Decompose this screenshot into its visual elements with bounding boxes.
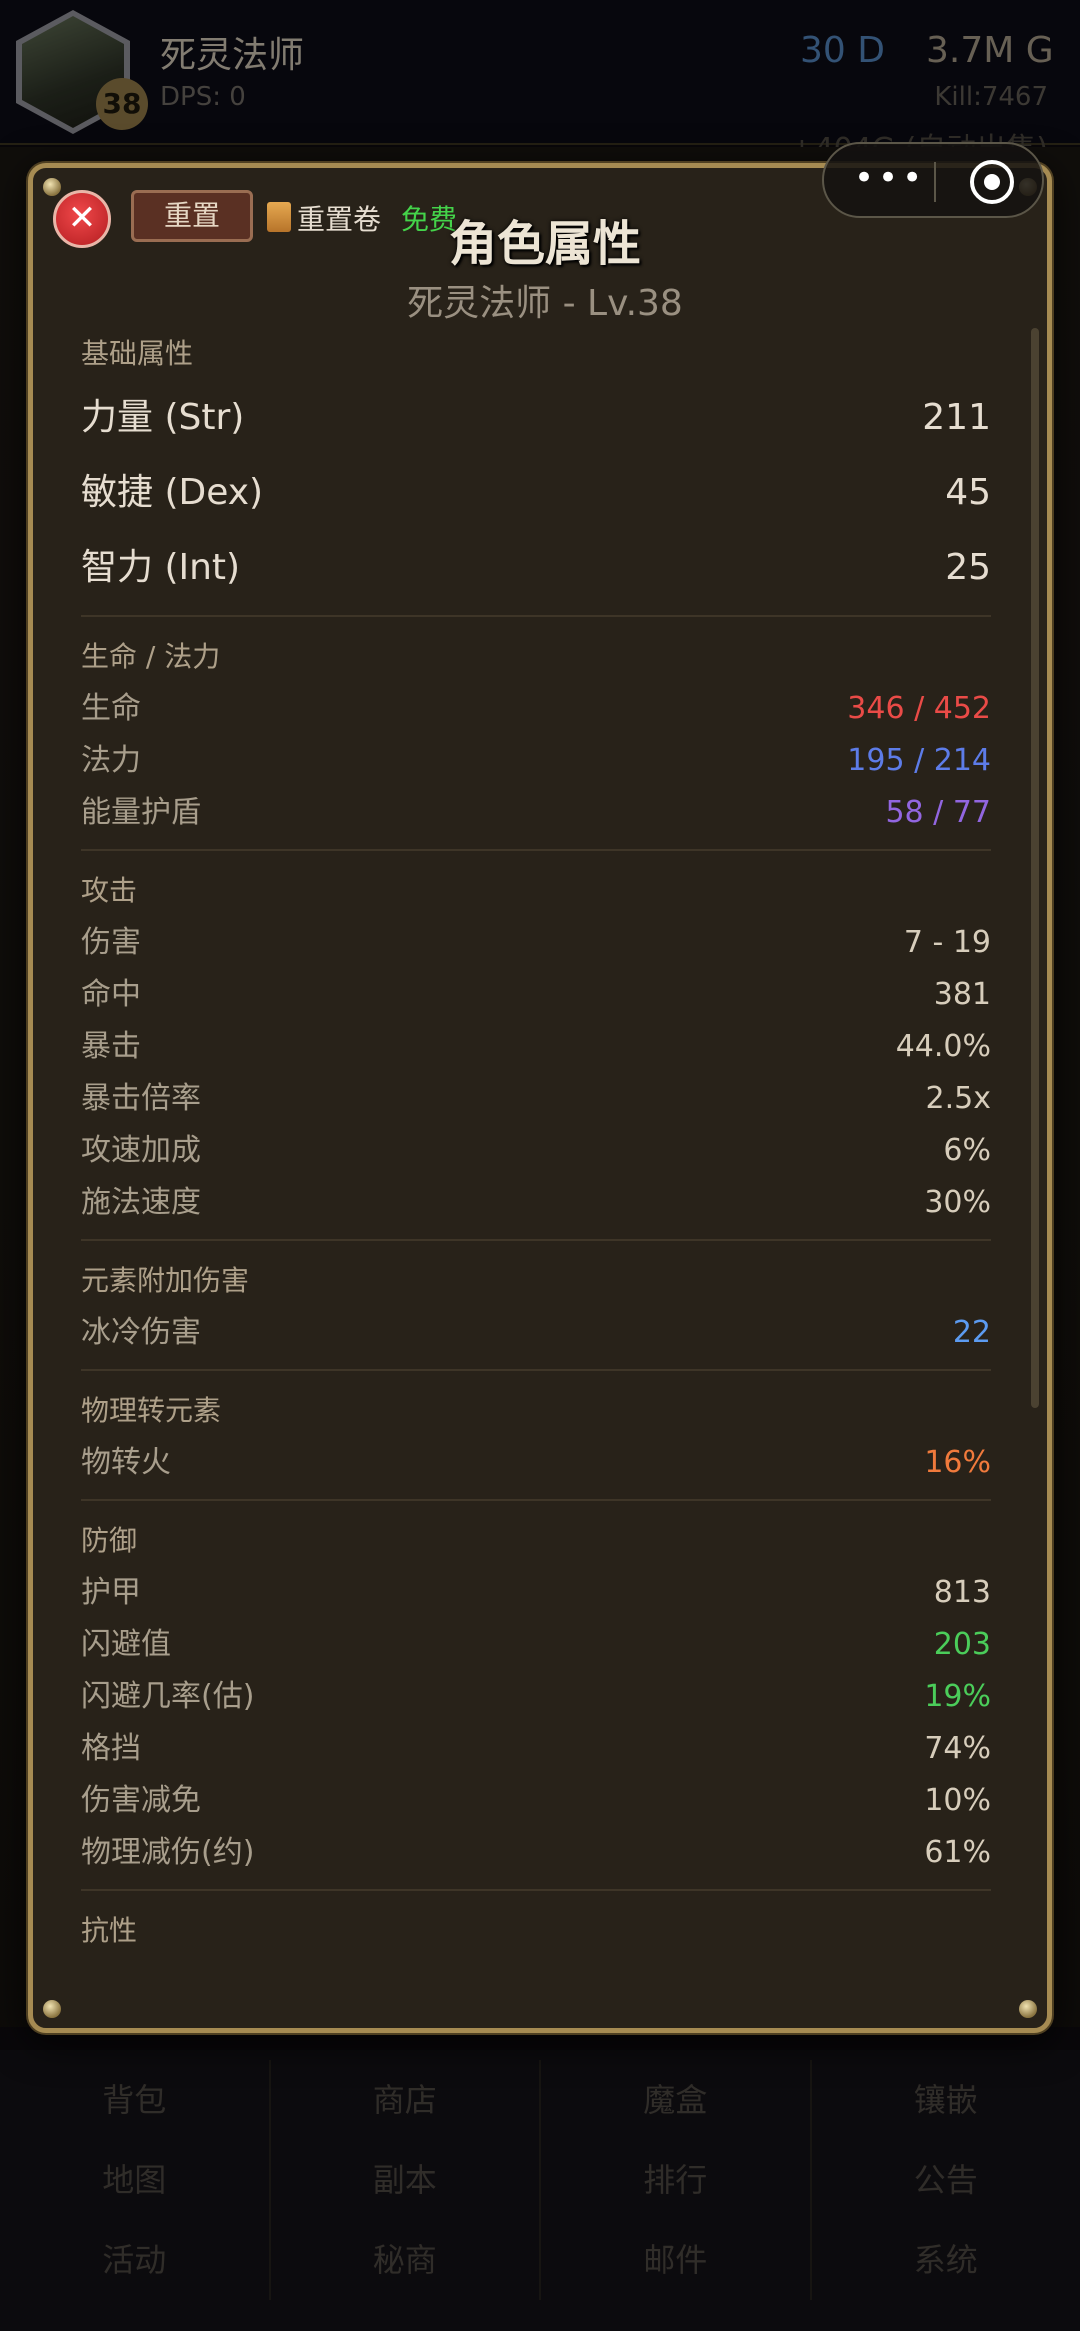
- stat-value: 45: [945, 472, 991, 513]
- stat-label: 暴击倍率: [81, 1081, 201, 1116]
- stat-row-block: 格挡 74%: [81, 1723, 991, 1775]
- stat-value: 22: [952, 1315, 991, 1350]
- section-divider: [81, 1499, 991, 1501]
- stat-row-evasion: 闪避值 203: [81, 1619, 991, 1671]
- stat-label: 力量 (Str): [81, 397, 245, 438]
- stat-value: 30%: [924, 1185, 991, 1220]
- section-title-conversion: 物理转元素: [81, 1394, 222, 1427]
- stat-value: 44.0%: [895, 1029, 991, 1064]
- stat-label: 护甲: [81, 1575, 141, 1610]
- stat-label: 能量护盾: [81, 795, 201, 830]
- stat-row-str: 力量 (Str) 211: [81, 380, 991, 455]
- more-menu-icon[interactable]: •••: [854, 158, 926, 198]
- stat-value: 195 / 214: [847, 743, 991, 778]
- stat-row-mana: 法力 195 / 214: [81, 735, 991, 787]
- section-title-elemental: 元素附加伤害: [81, 1264, 250, 1297]
- stat-row-attack-speed: 攻速加成 6%: [81, 1125, 991, 1177]
- section-divider: [81, 615, 991, 617]
- stat-label: 闪避值: [81, 1627, 171, 1662]
- stat-row-phys-to-fire: 物转火 16%: [81, 1437, 991, 1489]
- section-divider: [81, 1889, 991, 1891]
- stat-label: 法力: [81, 743, 141, 778]
- character-attributes-modal: ✕ 重置 重置卷 免费 角色属性 死灵法师 - Lv.38 基础属性 力量 (S…: [28, 163, 1052, 2033]
- section-title-defense: 防御: [81, 1524, 138, 1557]
- stat-label: 生命: [81, 691, 141, 726]
- section-divider: [81, 849, 991, 851]
- attribute-list: 基础属性 力量 (Str) 211 敏捷 (Dex) 45 智力 (Int) 2…: [81, 328, 991, 1957]
- stat-row-life: 生命 346 / 452: [81, 683, 991, 735]
- stat-row-cast-speed: 施法速度 30%: [81, 1177, 991, 1229]
- stat-value: 7 - 19: [903, 925, 991, 960]
- stat-row-int: 智力 (Int) 25: [81, 530, 991, 605]
- stat-label: 敏捷 (Dex): [81, 472, 264, 513]
- stat-row-evasion-chance: 闪避几率(估) 19%: [81, 1671, 991, 1723]
- section-divider: [81, 1369, 991, 1371]
- modal-subtitle: 死灵法师 - Lv.38: [407, 283, 683, 324]
- stat-label: 冰冷伤害: [81, 1315, 201, 1350]
- stat-value: 813: [933, 1575, 991, 1610]
- stat-row-accuracy: 命中 381: [81, 969, 991, 1021]
- stat-label: 伤害减免: [81, 1783, 201, 1818]
- stat-value: 74%: [924, 1731, 991, 1766]
- section-divider: [81, 1239, 991, 1241]
- stat-value: 61%: [924, 1835, 991, 1870]
- stat-label: 施法速度: [81, 1185, 201, 1220]
- close-program-icon[interactable]: [970, 160, 1014, 204]
- stat-label: 攻速加成: [81, 1133, 201, 1168]
- stat-value: 25: [945, 547, 991, 588]
- section-title-attack: 攻击: [81, 874, 138, 907]
- stat-row-dex: 敏捷 (Dex) 45: [81, 455, 991, 530]
- stat-label: 物转火: [81, 1445, 171, 1480]
- section-title-life: 生命 / 法力: [81, 640, 221, 673]
- stat-value: 203: [933, 1627, 991, 1662]
- rivet-decoration: [43, 2000, 61, 2018]
- stat-value: 2.5x: [925, 1081, 991, 1116]
- stat-row-armor: 护甲 813: [81, 1567, 991, 1619]
- stat-value: 19%: [924, 1679, 991, 1714]
- stat-row-damage: 伤害 7 - 19: [81, 917, 991, 969]
- stat-value: 6%: [943, 1133, 991, 1168]
- stat-value: 346 / 452: [847, 691, 991, 726]
- stat-label: 暴击: [81, 1029, 141, 1064]
- stat-row-cold-damage: 冰冷伤害 22: [81, 1307, 991, 1359]
- capsule-divider: [934, 162, 936, 202]
- stat-label: 物理减伤(约): [81, 1835, 255, 1870]
- stat-label: 格挡: [81, 1731, 141, 1766]
- stat-value: 211: [922, 397, 991, 438]
- stat-label: 闪避几率(估): [81, 1679, 255, 1714]
- stat-row-damage-reduction: 伤害减免 10%: [81, 1775, 991, 1827]
- stat-label: 伤害: [81, 925, 141, 960]
- section-title-resist: 抗性: [81, 1914, 138, 1947]
- stat-label: 命中: [81, 977, 141, 1012]
- mini-program-capsule: •••: [822, 142, 1044, 218]
- stat-row-crit-multiplier: 暴击倍率 2.5x: [81, 1073, 991, 1125]
- stat-value: 58 / 77: [885, 795, 991, 830]
- stat-row-energy-shield: 能量护盾 58 / 77: [81, 787, 991, 839]
- stat-row-phys-reduction: 物理减伤(约) 61%: [81, 1827, 991, 1879]
- rivet-decoration: [43, 178, 61, 196]
- stat-value: 16%: [924, 1445, 991, 1480]
- stat-value: 381: [933, 977, 991, 1012]
- section-title-base: 基础属性: [81, 337, 194, 370]
- rivet-decoration: [1019, 2000, 1037, 2018]
- scrollbar[interactable]: [1031, 328, 1039, 1408]
- stat-value: 10%: [924, 1783, 991, 1818]
- stat-label: 智力 (Int): [81, 547, 241, 588]
- stat-row-crit: 暴击 44.0%: [81, 1021, 991, 1073]
